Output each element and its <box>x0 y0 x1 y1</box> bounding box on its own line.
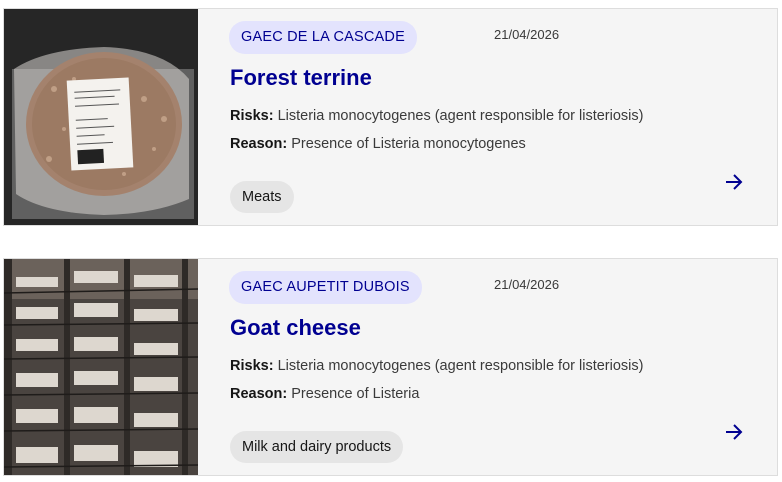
reason-value: Presence of Listeria <box>291 386 420 402</box>
product-title[interactable]: Forest terrine <box>230 64 372 92</box>
product-title[interactable]: Goat cheese <box>230 314 361 342</box>
category-tag: Meats <box>230 181 294 213</box>
risks-label: Risks: <box>230 358 274 374</box>
recall-card[interactable]: GAEC AUPETIT DUBOIS 21/04/2026 Goat chee… <box>3 258 778 476</box>
risks-value: Listeria monocytogenes (agent responsibl… <box>277 108 644 124</box>
product-image <box>4 259 198 475</box>
recall-date: 21/04/2026 <box>494 277 560 292</box>
risks-line: Risks: Listeria monocytogenes (agent res… <box>230 356 643 376</box>
risks-value: Listeria monocytogenes (agent responsibl… <box>277 358 644 374</box>
risks-label: Risks: <box>230 108 274 124</box>
arrow-right-icon[interactable] <box>724 172 744 192</box>
risks-line: Risks: Listeria monocytogenes (agent res… <box>230 106 643 126</box>
recall-date: 21/04/2026 <box>494 27 560 42</box>
reason-value: Presence of Listeria monocytogenes <box>291 136 526 152</box>
reason-label: Reason: <box>230 136 288 152</box>
reason-label: Reason: <box>230 386 288 402</box>
producer-badge: GAEC DE LA CASCADE <box>229 21 417 54</box>
product-image <box>4 9 198 225</box>
reason-line: Reason: Presence of Listeria <box>230 384 419 404</box>
reason-line: Reason: Presence of Listeria monocytogen… <box>230 134 526 154</box>
category-tag: Milk and dairy products <box>230 431 404 463</box>
producer-badge: GAEC AUPETIT DUBOIS <box>229 271 422 304</box>
recall-card[interactable]: GAEC DE LA CASCADE 21/04/2026 Forest ter… <box>3 8 778 226</box>
arrow-right-icon[interactable] <box>724 422 744 442</box>
